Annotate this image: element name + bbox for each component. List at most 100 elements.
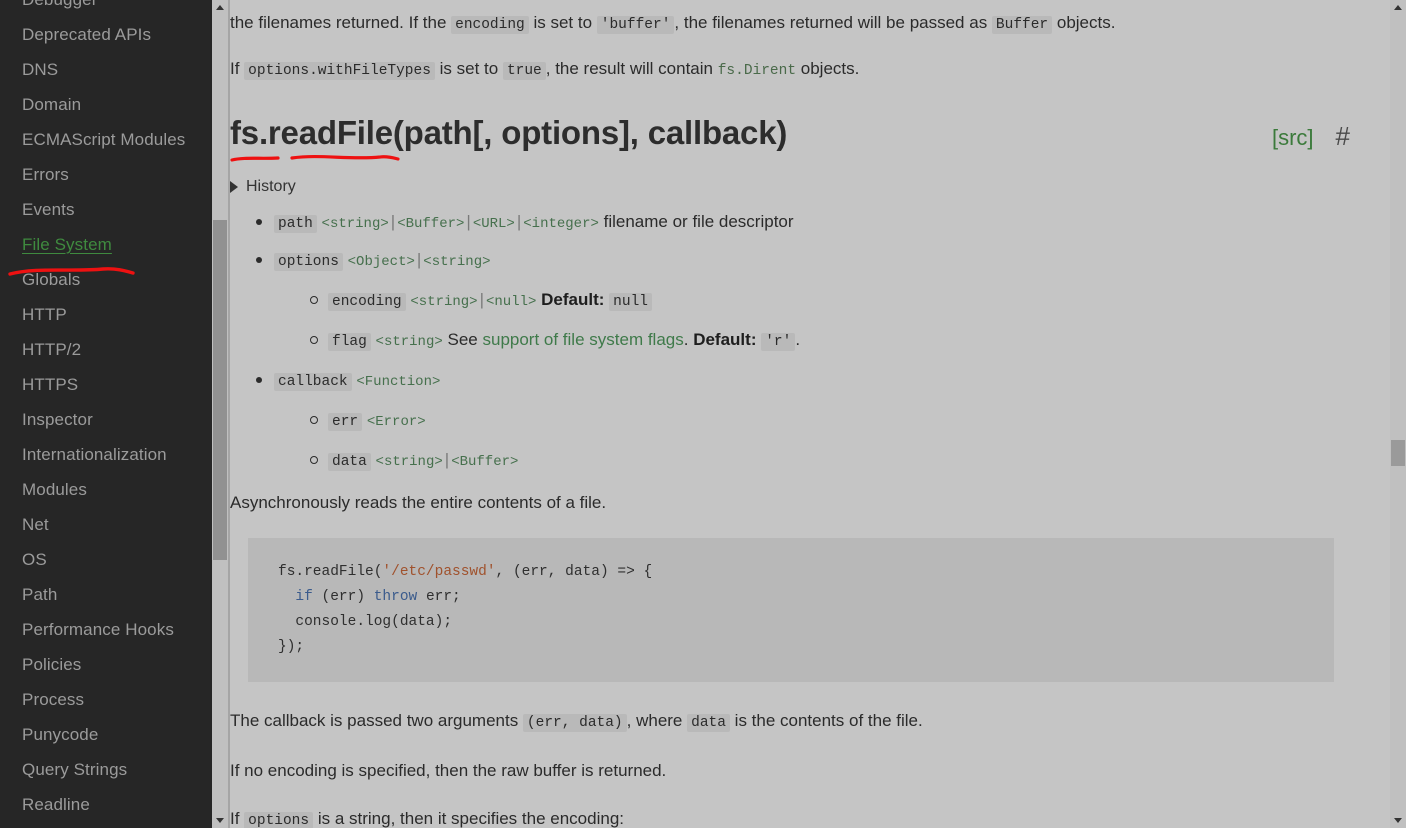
code-buffer-type: Buffer (991, 16, 1053, 34)
param-name-encoding: encoding (328, 293, 406, 311)
sidebar-item-query-strings[interactable]: Query Strings (0, 752, 212, 787)
sidebar-divider (228, 0, 230, 828)
paragraph-async-description: Asynchronously reads the entire contents… (230, 493, 607, 512)
sidebar-item-modules[interactable]: Modules (0, 472, 212, 507)
param-options: options <Object> | <string> encoding <stri… (252, 248, 1372, 354)
code-text: (err) (312, 589, 374, 605)
code-text: fs.readFile( (278, 564, 383, 580)
type-error: <Error> (366, 414, 426, 430)
callback-sublist: err <Error> data <string> | <Buffer> (274, 408, 1372, 474)
paragraph-options-string: If options is a string, then it specifie… (230, 806, 1372, 828)
sidebar-item-ecmascript-modules[interactable]: ECMAScript Modules (0, 122, 212, 157)
page-scrollbar[interactable] (1390, 0, 1406, 828)
code-string-literal: '/etc/passwd' (382, 564, 496, 580)
code-options-withfiletypes: options.withFileTypes (244, 62, 435, 80)
content-scroll-area: the filenames returned. If the encoding … (212, 0, 1406, 828)
type-function: <Function> (356, 374, 441, 390)
default-label: Default: (541, 290, 605, 309)
param-name-callback: callback (274, 373, 352, 391)
sidebar-item-dns[interactable]: DNS (0, 52, 212, 87)
text-fragment: is set to (434, 59, 503, 78)
sidebar-item-http2[interactable]: HTTP/2 (0, 332, 212, 367)
type-string: <string> (410, 294, 478, 310)
sidebar-item-file-system[interactable]: File System (0, 227, 212, 262)
type-separator: | (390, 212, 396, 231)
page-scrollbar-thumb[interactable] (1391, 440, 1405, 466)
type-separator: | (466, 212, 471, 231)
code-keyword-if: if (295, 589, 313, 605)
chevron-right-icon (230, 181, 238, 193)
sidebar-item-process[interactable]: Process (0, 682, 212, 717)
link-file-system-flags[interactable]: support of file system flags (482, 330, 683, 349)
sidebar-item-readline[interactable]: Readline (0, 787, 212, 822)
text-fragment: If (230, 809, 245, 828)
sidebar-item-https[interactable]: HTTPS (0, 367, 212, 402)
history-disclosure[interactable]: History (230, 178, 1372, 196)
page-scroll-down-button[interactable] (1390, 812, 1406, 828)
sidebar-item-events[interactable]: Events (0, 192, 212, 227)
text-fragment: is the contents of the file. (729, 711, 923, 730)
sidebar-item-deprecated-apis[interactable]: Deprecated APIs (0, 17, 212, 52)
sidebar-item-debugger[interactable]: Debugger (0, 0, 212, 17)
param-encoding: encoding <string> | <null> Default: null (306, 288, 1372, 314)
document-body: the filenames returned. If the encoding … (212, 0, 1390, 828)
triangle-down-icon (1394, 818, 1402, 823)
sidebar-scroll-up-button[interactable] (212, 0, 228, 16)
page-scroll-up-button[interactable] (1390, 0, 1406, 16)
type-buffer: <Buffer> (451, 454, 519, 470)
triangle-down-icon (216, 818, 224, 823)
page-title: fs.readFile(path[, options], callback) (230, 114, 788, 151)
period: . (795, 330, 801, 349)
anchor-hash-link[interactable]: # (1336, 121, 1350, 151)
sidebar-item-domain[interactable]: Domain (0, 87, 212, 122)
sidebar-item-policies[interactable]: Policies (0, 647, 212, 682)
type-buffer: <Buffer> (397, 216, 465, 232)
sidebar-item-net[interactable]: Net (0, 507, 212, 542)
sidebar-scrollbar[interactable] (212, 0, 228, 828)
sidebar-item-globals[interactable]: Globals (0, 262, 212, 297)
type-null: <null> (486, 294, 537, 310)
sidebar-item-errors[interactable]: Errors (0, 157, 212, 192)
param-name-flag: flag (328, 333, 371, 351)
code-buffer-literal: 'buffer' (596, 16, 675, 34)
paragraph-no-encoding: If no encoding is specified, then the ra… (230, 761, 667, 780)
sidebar-item-http[interactable]: HTTP (0, 297, 212, 332)
text-fragment: objects. (1052, 13, 1116, 32)
param-name-options: options (274, 253, 343, 271)
sidebar-item-punycode[interactable]: Punycode (0, 717, 212, 752)
src-link[interactable]: [src] (1272, 125, 1314, 150)
type-string: <string> (375, 454, 443, 470)
param-name-data: data (328, 453, 371, 471)
type-string: <string> (423, 254, 491, 270)
param-name-path: path (274, 215, 317, 233)
param-description-path: filename or file descriptor (603, 212, 794, 231)
param-path: path <string> | <Buffer> | <URL> | <integer> f… (252, 210, 1372, 236)
text-fragment: If (230, 59, 245, 78)
sidebar-item-os[interactable]: OS (0, 542, 212, 577)
see-suffix: . (683, 330, 694, 349)
sidebar-item-internationalization[interactable]: Internationalization (0, 437, 212, 472)
sidebar-item-list: Debugger Deprecated APIs DNS Domain ECMA… (0, 0, 212, 822)
param-callback: callback <Function> err <Error> data <st… (252, 368, 1372, 474)
type-url: <URL> (472, 216, 515, 232)
code-text: console.log(data); (278, 614, 453, 630)
paragraph-callback-arguments: The callback is passed two arguments (er… (230, 708, 1372, 736)
code-data: data (687, 714, 730, 732)
code-encoding: encoding (451, 16, 529, 34)
text-fragment: The callback is passed two arguments (230, 711, 523, 730)
default-label: Default: (693, 330, 757, 349)
param-data: data <string> | <Buffer> (306, 448, 1372, 474)
link-fs-dirent[interactable]: fs.Dirent (718, 59, 796, 79)
sidebar-item-performance-hooks[interactable]: Performance Hooks (0, 612, 212, 647)
sidebar-item-inspector[interactable]: Inspector (0, 402, 212, 437)
sidebar-scroll-down-button[interactable] (212, 812, 228, 828)
sidebar-scrollbar-thumb[interactable] (213, 220, 227, 560)
type-separator: | (479, 290, 484, 309)
type-string: <string> (375, 334, 443, 350)
text-fragment: is set to (528, 13, 597, 32)
text-fragment: , the result will contain (545, 59, 718, 78)
clipped-text (230, 0, 235, 10)
text-fragment: is a string, then it specifies the encod… (313, 809, 624, 828)
sidebar-item-path[interactable]: Path (0, 577, 212, 612)
